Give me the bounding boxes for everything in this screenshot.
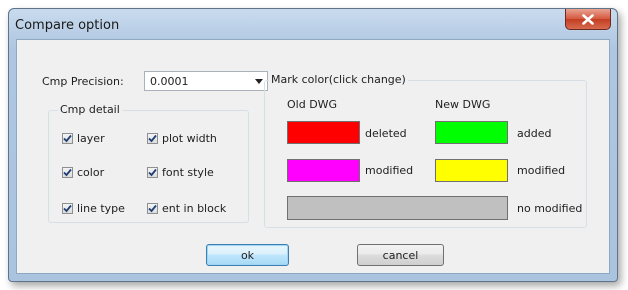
chevron-down-icon <box>255 79 263 84</box>
new-modified-color-swatch[interactable] <box>435 159 508 182</box>
compare-option-dialog: Compare option Cmp Precision: 0.0001 Cmp… <box>8 8 618 282</box>
plot-width-checkbox[interactable]: plot width <box>147 132 217 145</box>
old-dwg-header: Old DWG <box>287 98 338 111</box>
added-label: added <box>517 127 552 140</box>
checkbox-checked-icon <box>147 133 158 144</box>
added-color-swatch[interactable] <box>435 121 508 144</box>
ent-in-block-checkbox[interactable]: ent in block <box>147 202 226 215</box>
ok-button[interactable]: ok <box>206 244 289 266</box>
precision-dropdown[interactable]: 0.0001 <box>144 71 268 91</box>
mark-color-title: Mark color(click change) <box>269 73 408 86</box>
font-style-checkbox-label: font style <box>162 166 214 179</box>
cancel-button[interactable]: cancel <box>357 244 444 266</box>
no-modified-color-swatch[interactable] <box>287 196 508 220</box>
precision-value: 0.0001 <box>150 75 189 88</box>
deleted-label: deleted <box>365 127 407 140</box>
color-checkbox-label: color <box>77 166 105 179</box>
layer-checkbox-label: layer <box>77 132 105 145</box>
deleted-color-swatch[interactable] <box>287 121 360 144</box>
plot-width-checkbox-label: plot width <box>162 132 217 145</box>
checkbox-checked-icon <box>62 167 73 178</box>
title-bar[interactable]: Compare option <box>9 9 617 39</box>
old-modified-label: modified <box>365 164 414 177</box>
ent-in-block-checkbox-label: ent in block <box>162 202 227 215</box>
precision-label: Cmp Precision: <box>42 75 124 88</box>
checkbox-checked-icon <box>62 133 73 144</box>
line-type-checkbox-label: line type <box>77 202 125 215</box>
layer-checkbox[interactable]: layer <box>62 132 105 145</box>
line-type-checkbox[interactable]: line type <box>62 202 125 215</box>
dialog-title: Compare option <box>15 18 120 33</box>
close-button[interactable] <box>565 9 611 30</box>
no-modified-label: no modified <box>517 202 583 215</box>
font-style-checkbox[interactable]: font style <box>147 166 214 179</box>
checkbox-checked-icon <box>147 203 158 214</box>
cmp-detail-title: Cmp detail <box>58 103 122 116</box>
dialog-client-area: Cmp Precision: 0.0001 Cmp detail layer p… <box>16 39 610 274</box>
color-checkbox[interactable]: color <box>62 166 104 179</box>
close-icon <box>582 13 594 25</box>
old-modified-color-swatch[interactable] <box>287 159 360 182</box>
new-dwg-header: New DWG <box>435 98 491 111</box>
checkbox-checked-icon <box>62 203 73 214</box>
new-modified-label: modified <box>517 164 566 177</box>
checkbox-checked-icon <box>147 167 158 178</box>
